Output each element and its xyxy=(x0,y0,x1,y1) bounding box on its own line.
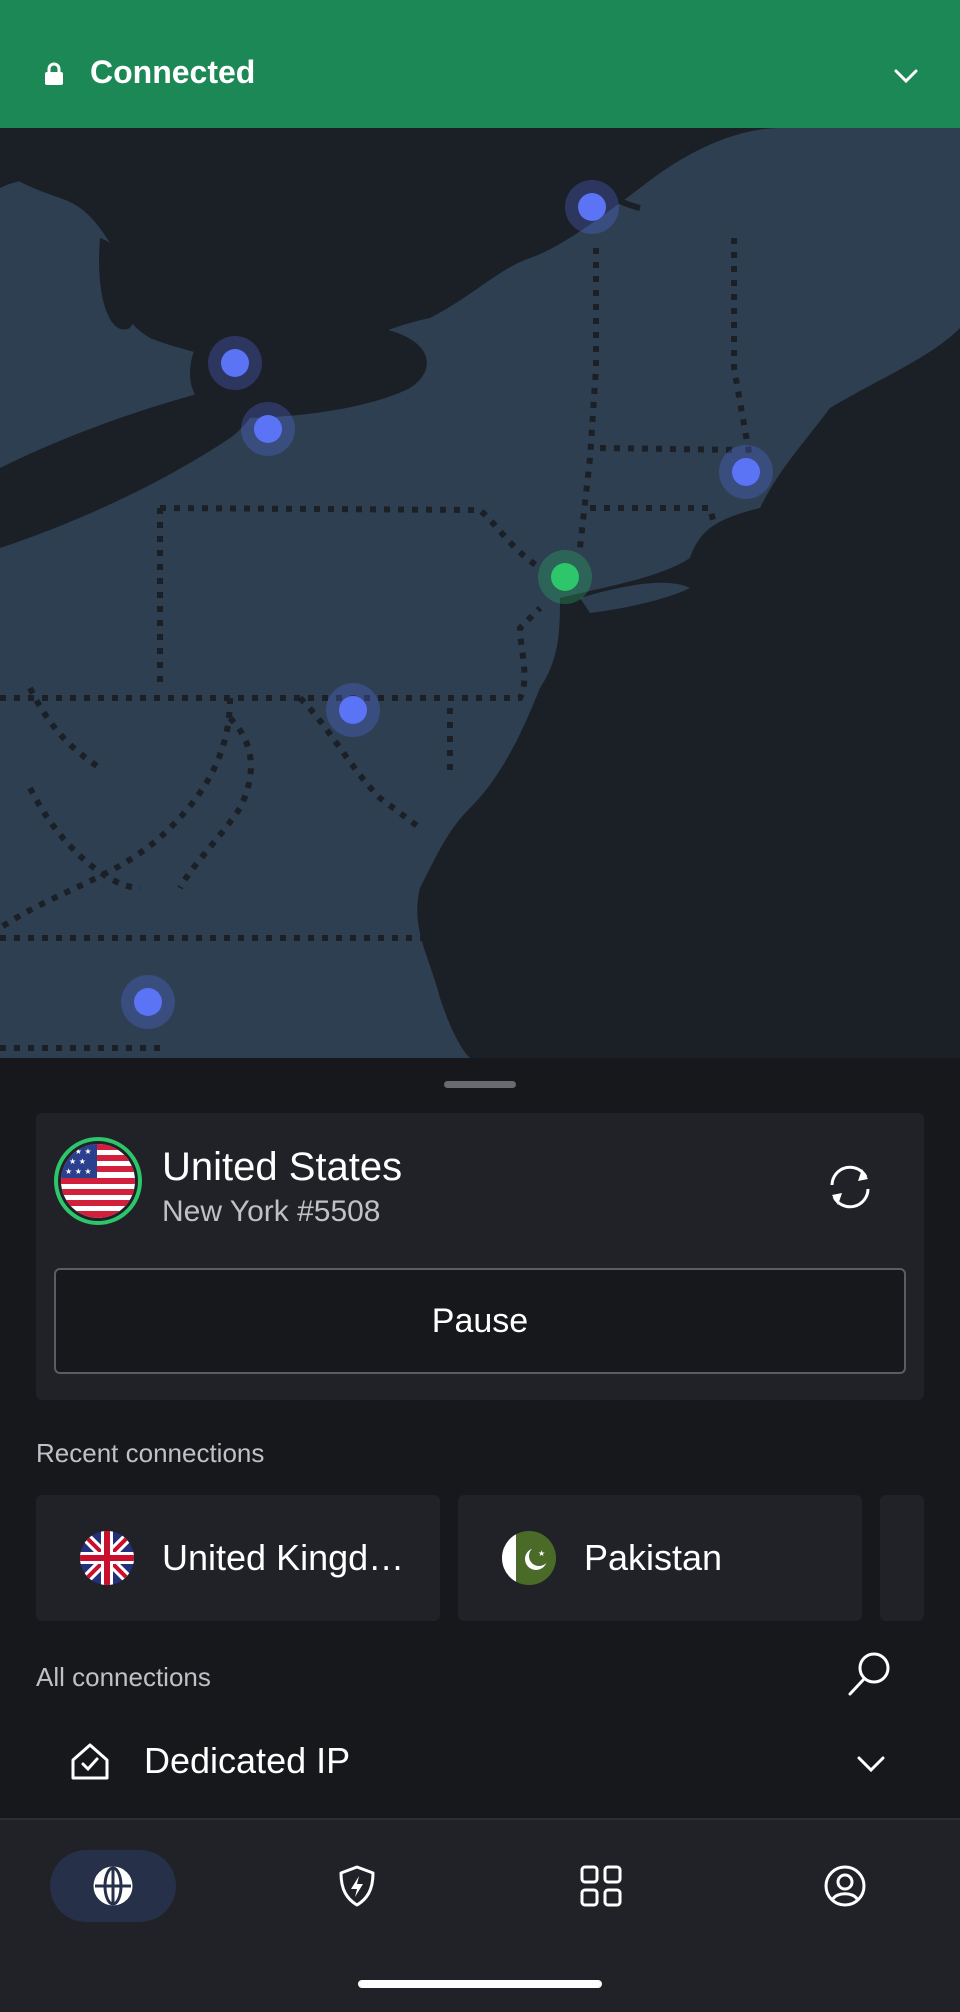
recent-connection-card[interactable]: ★ Pakistan xyxy=(458,1495,862,1621)
chevron-down-icon[interactable] xyxy=(856,1750,886,1778)
connected-server: New York #5508 xyxy=(162,1195,381,1228)
shield-bolt-icon xyxy=(339,1865,375,1907)
nav-globe[interactable] xyxy=(50,1850,176,1922)
us-flag-icon: ★ ★ ★ ★ ★ ★ ★ ★ xyxy=(54,1137,142,1225)
lock-icon xyxy=(45,62,63,85)
grid-icon xyxy=(580,1865,622,1907)
refresh-icon[interactable] xyxy=(822,1159,878,1215)
current-connection-card: ★ ★ ★ ★ ★ ★ ★ ★ United States New York #… xyxy=(36,1113,924,1400)
home-indicator[interactable] xyxy=(358,1980,602,1988)
nav-apps[interactable] xyxy=(538,1850,664,1922)
sheet-drag-handle[interactable] xyxy=(444,1081,516,1088)
dedicated-ip-label: Dedicated IP xyxy=(144,1740,351,1781)
home-check-icon xyxy=(71,1743,109,1780)
all-connections-title: All connections xyxy=(36,1662,211,1692)
server-marker[interactable] xyxy=(719,445,773,499)
profile-icon xyxy=(824,1865,866,1907)
server-marker[interactable] xyxy=(565,180,619,234)
server-map[interactable] xyxy=(0,128,960,1058)
svg-text:★ ★: ★ ★ xyxy=(69,1157,86,1166)
recent-connection-card[interactable]: United Kingd… xyxy=(36,1495,440,1621)
connected-country: United States xyxy=(162,1145,403,1189)
server-marker[interactable] xyxy=(326,683,380,737)
pakistan-flag-icon: ★ xyxy=(502,1531,556,1585)
bottom-navigation xyxy=(0,1818,960,2012)
pause-button[interactable]: Pause xyxy=(54,1268,906,1374)
recent-connections-title: Recent connections xyxy=(36,1438,265,1468)
svg-text:★ ★ ★: ★ ★ ★ xyxy=(65,1147,92,1156)
server-marker[interactable] xyxy=(208,336,262,390)
connection-status-bar[interactable]: Connected xyxy=(0,0,960,128)
dedicated-ip-row[interactable]: Dedicated IP xyxy=(0,1726,960,1820)
recent-connection-name: United Kingd… xyxy=(162,1537,405,1578)
connected-server-marker[interactable] xyxy=(538,550,592,604)
connection-sheet: ★ ★ ★ ★ ★ ★ ★ ★ United States New York #… xyxy=(0,1058,960,1820)
server-marker[interactable] xyxy=(241,402,295,456)
connection-status-label: Connected xyxy=(90,54,256,90)
svg-text:★ ★ ★: ★ ★ ★ xyxy=(65,1167,92,1176)
uk-flag-icon xyxy=(80,1531,134,1585)
globe-icon xyxy=(93,1866,133,1906)
recent-connection-name: Pakistan xyxy=(584,1537,723,1578)
map-background xyxy=(0,128,960,1058)
svg-text:★: ★ xyxy=(538,1549,545,1558)
search-icon[interactable] xyxy=(844,1648,896,1700)
server-marker[interactable] xyxy=(121,975,175,1029)
recent-connection-card[interactable] xyxy=(880,1495,924,1621)
chevron-down-icon[interactable] xyxy=(892,62,920,90)
nav-threat-protection[interactable] xyxy=(294,1850,420,1922)
nav-profile[interactable] xyxy=(782,1850,908,1922)
